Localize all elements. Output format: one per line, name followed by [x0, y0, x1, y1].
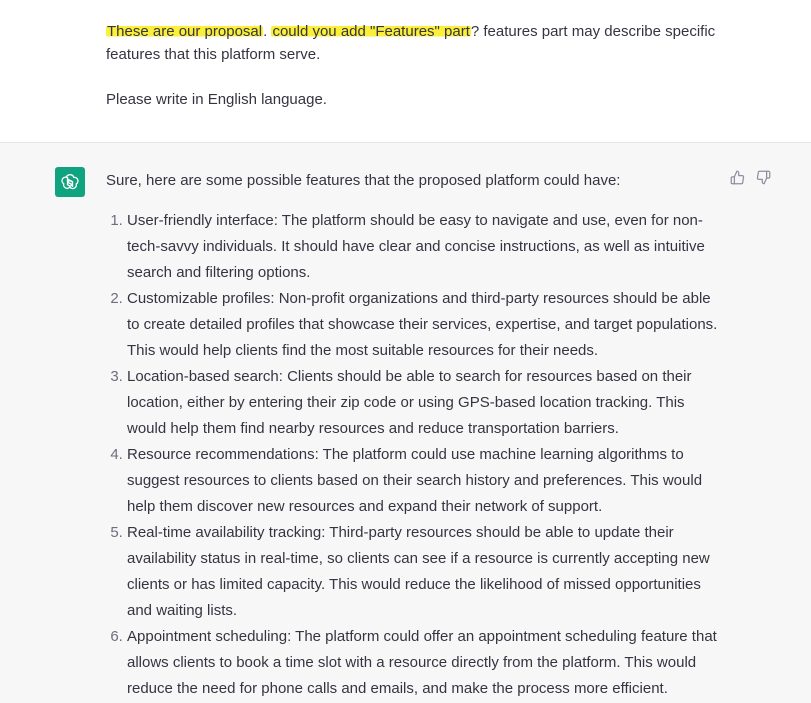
highlight-features-request: could you add "Features" part: [271, 23, 471, 40]
assistant-message-text: Sure, here are some possible features th…: [106, 169, 720, 702]
highlight-proposal: These are our proposal: [106, 23, 264, 40]
list-item: Appointment scheduling: The platform cou…: [127, 624, 720, 702]
openai-logo-icon: [55, 167, 85, 197]
thumbs-up-button[interactable]: [729, 169, 745, 185]
user-message-line-1: These are our proposal. could you add "F…: [106, 20, 726, 66]
user-message-text: These are our proposal. could you add "F…: [106, 20, 726, 111]
list-item: Customizable profiles: Non-profit organi…: [127, 286, 720, 364]
list-item: Location-based search: Clients should be…: [127, 364, 720, 442]
thumbs-down-button[interactable]: [755, 169, 771, 185]
thumbs-up-icon: [730, 170, 744, 184]
thumbs-down-icon: [756, 170, 770, 184]
feedback-buttons: [729, 169, 771, 185]
assistant-message: Sure, here are some possible features th…: [0, 143, 811, 703]
user-message-line-2: Please write in English language.: [106, 91, 327, 108]
user-message: These are our proposal. could you add "F…: [0, 0, 811, 143]
feature-list: User-friendly interface: The platform sh…: [106, 208, 720, 702]
list-item: Real-time availability tracking: Third-p…: [127, 520, 720, 624]
assistant-intro: Sure, here are some possible features th…: [106, 172, 621, 189]
list-item: User-friendly interface: The platform sh…: [127, 208, 720, 286]
list-item: Resource recommendations: The platform c…: [127, 442, 720, 520]
